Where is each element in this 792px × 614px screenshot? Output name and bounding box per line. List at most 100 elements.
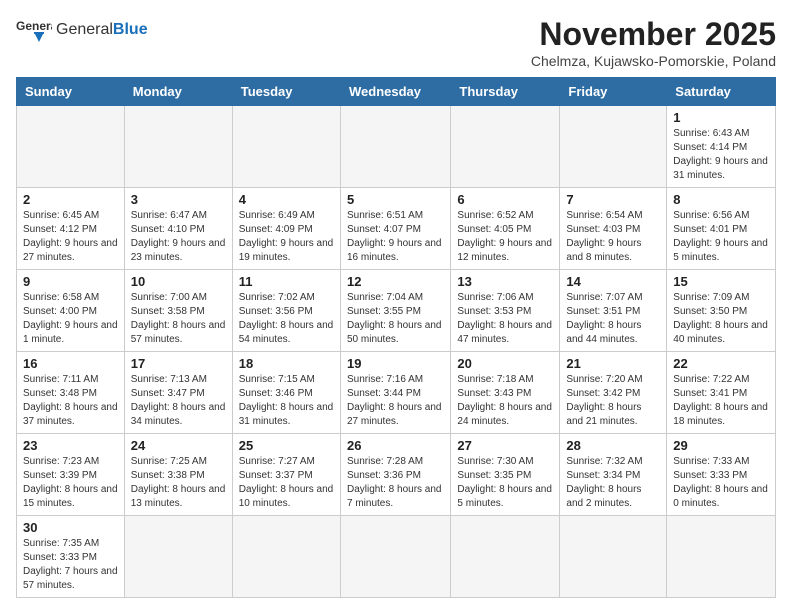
day-info: Sunrise: 7:28 AM Sunset: 3:36 PM Dayligh…: [347, 455, 444, 511]
calendar-day-cell: [560, 106, 667, 188]
logo-icon: General: [16, 16, 52, 44]
logo-text: GeneralBlue: [56, 21, 148, 38]
day-info: Sunrise: 7:30 AM Sunset: 3:35 PM Dayligh…: [457, 455, 553, 511]
calendar-day-cell: 22 Sunrise: 7:22 AM Sunset: 3:41 PM Dayli…: [667, 352, 776, 434]
weekday-header: Sunday: [17, 78, 125, 106]
day-number: 13: [457, 274, 553, 289]
calendar-day-cell: 6Sunrise: 6:52 AM Sunset: 4:05 PM Daylig…: [451, 188, 560, 270]
day-number: 7: [566, 192, 660, 207]
day-number: 16: [23, 356, 118, 371]
calendar-day-cell: 15 Sunrise: 7:09 AM Sunset: 3:50 PM Dayli…: [667, 270, 776, 352]
day-number: 10: [131, 274, 226, 289]
day-info: Sunrise: 7:33 AM Sunset: 3:33 PM Dayligh…: [673, 455, 769, 511]
calendar-day-cell: 4 Sunrise: 6:49 AM Sunset: 4:09 PM Daylig…: [232, 188, 340, 270]
calendar-day-cell: [340, 106, 450, 188]
calendar-day-cell: 24 Sunrise: 7:25 AM Sunset: 3:38 PM Dayli…: [124, 434, 232, 516]
day-info: Sunrise: 7:22 AM Sunset: 3:41 PM Dayligh…: [673, 373, 769, 429]
title-area: November 2025 Chelmza, Kujawsko-Pomorski…: [531, 16, 776, 69]
calendar-day-cell: [451, 106, 560, 188]
day-number: 3: [131, 192, 226, 207]
day-number: 15: [673, 274, 769, 289]
calendar-week-row: 16 Sunrise: 7:11 AM Sunset: 3:48 PM Dayli…: [17, 352, 776, 434]
day-number: 9: [23, 274, 118, 289]
day-number: 29: [673, 438, 769, 453]
day-info: Sunrise: 7:16 AM Sunset: 3:44 PM Dayligh…: [347, 373, 444, 429]
calendar-subtitle: Chelmza, Kujawsko-Pomorskie, Poland: [531, 53, 776, 69]
day-number: 25: [239, 438, 334, 453]
day-info: Sunrise: 7:11 AM Sunset: 3:48 PM Dayligh…: [23, 373, 118, 429]
svg-text:General: General: [16, 19, 52, 33]
weekday-header: Friday: [560, 78, 667, 106]
day-number: 21: [566, 356, 660, 371]
day-number: 6: [457, 192, 553, 207]
day-info: Sunrise: 7:35 AM Sunset: 3:33 PM Dayligh…: [23, 537, 118, 593]
day-info: Sunrise: 7:18 AM Sunset: 3:43 PM Dayligh…: [457, 373, 553, 429]
day-info: Sunrise: 7:02 AM Sunset: 3:56 PM Dayligh…: [239, 291, 334, 347]
logo-text-area: GeneralBlue: [56, 21, 148, 39]
weekday-header: Monday: [124, 78, 232, 106]
calendar-day-cell: [124, 106, 232, 188]
calendar-day-cell: 12 Sunrise: 7:04 AM Sunset: 3:55 PM Dayli…: [340, 270, 450, 352]
calendar-day-cell: 29 Sunrise: 7:33 AM Sunset: 3:33 PM Dayli…: [667, 434, 776, 516]
day-info: Sunrise: 7:32 AM Sunset: 3:34 PM Dayligh…: [566, 455, 660, 511]
day-number: 26: [347, 438, 444, 453]
day-number: 12: [347, 274, 444, 289]
day-number: 22: [673, 356, 769, 371]
day-number: 18: [239, 356, 334, 371]
weekday-header: Saturday: [667, 78, 776, 106]
calendar-week-row: 2Sunrise: 6:45 AM Sunset: 4:12 PM Daylig…: [17, 188, 776, 270]
calendar-day-cell: 27Sunrise: 7:30 AM Sunset: 3:35 PM Dayli…: [451, 434, 560, 516]
calendar-title: November 2025: [531, 16, 776, 53]
calendar-table: SundayMondayTuesdayWednesdayThursdayFrid…: [16, 77, 776, 598]
calendar-day-cell: 2Sunrise: 6:45 AM Sunset: 4:12 PM Daylig…: [17, 188, 125, 270]
day-info: Sunrise: 7:04 AM Sunset: 3:55 PM Dayligh…: [347, 291, 444, 347]
calendar-day-cell: 3 Sunrise: 6:47 AM Sunset: 4:10 PM Daylig…: [124, 188, 232, 270]
day-info: Sunrise: 6:56 AM Sunset: 4:01 PM Dayligh…: [673, 209, 769, 265]
calendar-day-cell: [451, 516, 560, 598]
day-info: Sunrise: 6:45 AM Sunset: 4:12 PM Dayligh…: [23, 209, 118, 265]
calendar-day-cell: 9 Sunrise: 6:58 AM Sunset: 4:00 PM Daylig…: [17, 270, 125, 352]
weekday-header: Thursday: [451, 78, 560, 106]
day-info: Sunrise: 7:06 AM Sunset: 3:53 PM Dayligh…: [457, 291, 553, 347]
day-number: 19: [347, 356, 444, 371]
day-info: Sunrise: 7:20 AM Sunset: 3:42 PM Dayligh…: [566, 373, 660, 429]
day-info: Sunrise: 7:23 AM Sunset: 3:39 PM Dayligh…: [23, 455, 118, 511]
calendar-day-cell: [340, 516, 450, 598]
day-info: Sunrise: 7:15 AM Sunset: 3:46 PM Dayligh…: [239, 373, 334, 429]
calendar-day-cell: 21 Sunrise: 7:20 AM Sunset: 3:42 PM Dayli…: [560, 352, 667, 434]
day-number: 30: [23, 520, 118, 535]
day-info: Sunrise: 7:25 AM Sunset: 3:38 PM Dayligh…: [131, 455, 226, 511]
day-number: 17: [131, 356, 226, 371]
day-info: Sunrise: 7:00 AM Sunset: 3:58 PM Dayligh…: [131, 291, 226, 347]
calendar-day-cell: 10 Sunrise: 7:00 AM Sunset: 3:58 PM Dayli…: [124, 270, 232, 352]
day-info: Sunrise: 6:58 AM Sunset: 4:00 PM Dayligh…: [23, 291, 118, 347]
calendar-day-cell: 8 Sunrise: 6:56 AM Sunset: 4:01 PM Daylig…: [667, 188, 776, 270]
calendar-day-cell: [17, 106, 125, 188]
day-info: Sunrise: 6:49 AM Sunset: 4:09 PM Dayligh…: [239, 209, 334, 265]
calendar-day-cell: 20 Sunrise: 7:18 AM Sunset: 3:43 PM Dayli…: [451, 352, 560, 434]
calendar-day-cell: 17Sunrise: 7:13 AM Sunset: 3:47 PM Dayli…: [124, 352, 232, 434]
calendar-day-cell: 7 Sunrise: 6:54 AM Sunset: 4:03 PM Daylig…: [560, 188, 667, 270]
calendar-day-cell: [560, 516, 667, 598]
calendar-day-cell: [232, 516, 340, 598]
weekday-header: Tuesday: [232, 78, 340, 106]
calendar-day-cell: 16 Sunrise: 7:11 AM Sunset: 3:48 PM Dayli…: [17, 352, 125, 434]
calendar-day-cell: [124, 516, 232, 598]
day-number: 24: [131, 438, 226, 453]
day-number: 8: [673, 192, 769, 207]
calendar-week-row: 23 Sunrise: 7:23 AM Sunset: 3:39 PM Dayli…: [17, 434, 776, 516]
day-info: Sunrise: 7:09 AM Sunset: 3:50 PM Dayligh…: [673, 291, 769, 347]
day-number: 20: [457, 356, 553, 371]
calendar-week-row: 30 Sunrise: 7:35 AM Sunset: 3:33 PM Dayli…: [17, 516, 776, 598]
calendar-week-row: 1Sunrise: 6:43 AM Sunset: 4:14 PM Daylig…: [17, 106, 776, 188]
calendar-week-row: 9 Sunrise: 6:58 AM Sunset: 4:00 PM Daylig…: [17, 270, 776, 352]
day-info: Sunrise: 6:47 AM Sunset: 4:10 PM Dayligh…: [131, 209, 226, 265]
day-number: 5: [347, 192, 444, 207]
day-info: Sunrise: 6:54 AM Sunset: 4:03 PM Dayligh…: [566, 209, 660, 265]
day-number: 28: [566, 438, 660, 453]
calendar-day-cell: [232, 106, 340, 188]
day-number: 23: [23, 438, 118, 453]
day-number: 1: [673, 110, 769, 125]
logo: General GeneralBlue: [16, 16, 148, 44]
day-number: 4: [239, 192, 334, 207]
